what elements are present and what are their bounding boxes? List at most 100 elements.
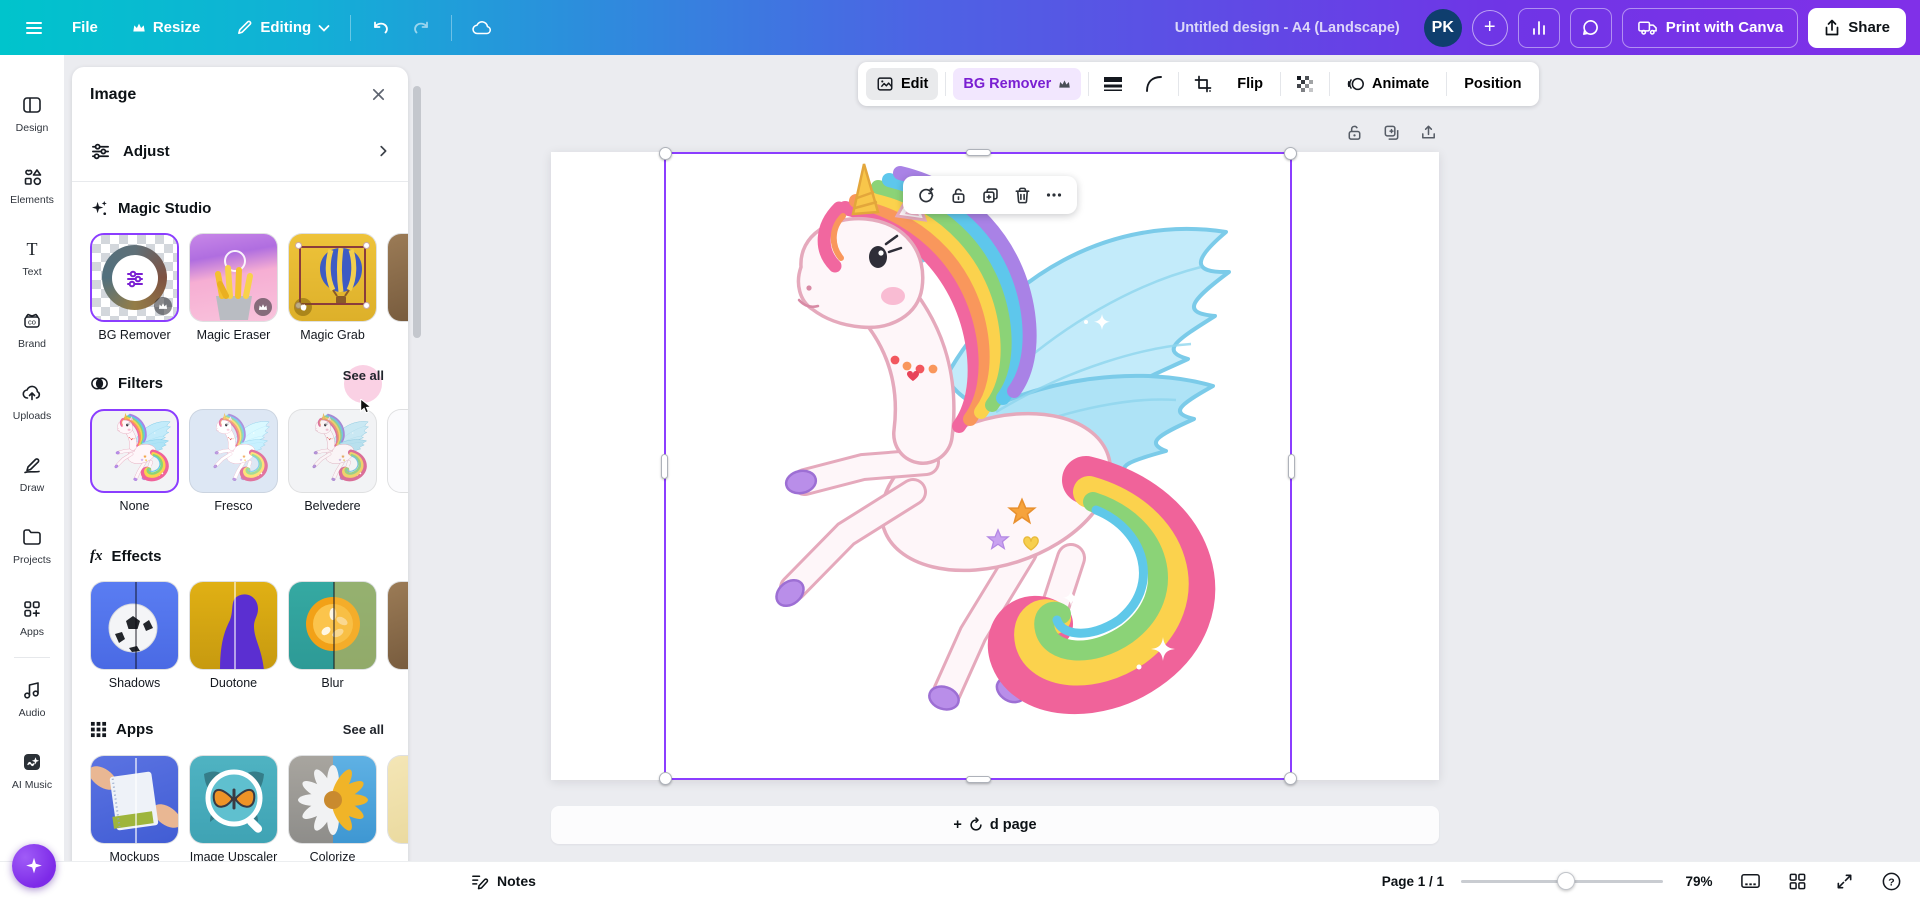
spinner-icon <box>968 817 984 833</box>
fullscreen-button[interactable] <box>1829 866 1859 896</box>
divider <box>1178 72 1179 96</box>
scrollbar-thumb[interactable] <box>413 86 421 338</box>
duplicate-page-button[interactable] <box>1377 118 1405 146</box>
tile-partial[interactable] <box>387 409 408 493</box>
shapes-icon <box>20 165 44 189</box>
resize-handle-sw[interactable] <box>659 772 672 785</box>
tile-duotone[interactable] <box>189 581 278 670</box>
sidebar-item-apps[interactable]: Apps <box>0 581 64 653</box>
add-page-button[interactable]: + d page <box>551 806 1439 844</box>
design-title[interactable]: Untitled design - A4 (Landscape) <box>1175 20 1400 36</box>
resize-handle-nw[interactable] <box>659 147 672 160</box>
position-button[interactable]: Position <box>1454 68 1531 100</box>
resize-handle-w[interactable] <box>661 454 668 479</box>
tile-shadows[interactable] <box>90 581 179 670</box>
selection-box[interactable] <box>664 152 1292 780</box>
delete-button[interactable] <box>1008 181 1036 209</box>
lock-page-button[interactable] <box>1340 118 1368 146</box>
tile-partial[interactable] <box>387 755 408 844</box>
flip-button[interactable]: Flip <box>1227 68 1273 100</box>
sidebar-item-design[interactable]: Design <box>0 77 64 149</box>
panel-title: Image <box>90 86 136 104</box>
grid-view-button[interactable] <box>1782 866 1812 896</box>
music-note-icon <box>20 678 44 702</box>
avatar[interactable]: PK <box>1424 9 1462 47</box>
insights-button[interactable] <box>1518 8 1560 48</box>
duplicate-button[interactable] <box>976 181 1004 209</box>
crown-icon <box>132 22 146 33</box>
sidebar-item-draw[interactable]: Draw <box>0 437 64 509</box>
apps-see-all-button[interactable]: See all <box>337 718 390 741</box>
stroke-weight-button[interactable] <box>1096 68 1130 100</box>
tile-colorize[interactable] <box>288 755 377 844</box>
tile-magic-grab[interactable] <box>288 233 377 322</box>
tile-magic-eraser[interactable] <box>189 233 278 322</box>
close-icon <box>371 87 386 102</box>
notes-button[interactable]: Notes <box>470 872 536 891</box>
adjust-row[interactable]: Adjust <box>90 132 390 170</box>
cloud-save-status-button[interactable] <box>462 8 502 48</box>
edit-button[interactable]: Edit <box>866 68 938 100</box>
resize-handle-n[interactable] <box>966 149 991 156</box>
sidebar-item-uploads[interactable]: Uploads <box>0 365 64 437</box>
bg-remover-button[interactable]: BG Remover <box>953 68 1081 100</box>
print-with-canva-button[interactable]: Print with Canva <box>1622 8 1799 48</box>
editing-mode-button[interactable]: Editing <box>226 9 340 47</box>
present-button[interactable] <box>1735 866 1765 896</box>
move-page-button[interactable] <box>1414 118 1442 146</box>
tile-blur[interactable] <box>288 581 377 670</box>
sidebar-item-ai-music[interactable]: AI Music <box>0 734 64 806</box>
zoom-slider-thumb[interactable] <box>1557 872 1575 890</box>
tile-label: Belvedere <box>288 499 377 515</box>
filters-see-all-button[interactable]: See all <box>337 364 390 403</box>
sidebar-item-elements[interactable]: Elements <box>0 149 64 221</box>
tile-partial[interactable] <box>387 581 408 670</box>
grab-hand-badge-icon <box>294 298 312 316</box>
resize-handle-se[interactable] <box>1284 772 1297 785</box>
more-options-button[interactable] <box>1040 181 1068 209</box>
lock-button[interactable] <box>944 181 972 209</box>
tile-bg-remover[interactable] <box>90 233 179 322</box>
resize-button[interactable]: Resize <box>122 9 211 47</box>
regenerate-button[interactable] <box>912 181 940 209</box>
selection-frame <box>299 246 366 305</box>
tile-mockups[interactable] <box>90 755 179 844</box>
lock-open-icon <box>1345 123 1364 142</box>
sparkle-icon <box>23 855 45 877</box>
image-panel: Image Adjust Magic Studio <box>72 67 408 880</box>
tile-filter-none[interactable] <box>90 409 179 493</box>
help-icon: ? <box>1881 871 1902 892</box>
apps-grid-plus-icon <box>20 597 44 621</box>
animate-button[interactable]: Animate <box>1337 68 1439 100</box>
share-button[interactable]: Share <box>1808 8 1906 48</box>
tile-image-upscaler[interactable] <box>189 755 278 844</box>
transparency-button[interactable] <box>1288 68 1322 100</box>
magic-studio-tile-row <box>90 233 408 322</box>
main-menu-button[interactable] <box>14 8 54 48</box>
transparency-checker-icon <box>1296 75 1314 93</box>
resize-handle-ne[interactable] <box>1284 147 1297 160</box>
resize-handle-e[interactable] <box>1288 454 1295 479</box>
file-menu-button[interactable]: File <box>62 9 108 47</box>
sidebar-item-text[interactable]: T Text <box>0 221 64 293</box>
corner-rounding-button[interactable] <box>1137 68 1171 100</box>
sidebar-item-brand[interactable]: co Brand <box>0 293 64 365</box>
tile-partial[interactable] <box>387 233 408 322</box>
sidebar-item-projects[interactable]: Projects <box>0 509 64 581</box>
tile-filter-belvedere[interactable] <box>288 409 377 493</box>
crop-button[interactable] <box>1186 68 1220 100</box>
add-member-button[interactable]: + <box>1472 10 1508 46</box>
canva-assistant-button[interactable] <box>12 844 56 888</box>
panel-scrollbar[interactable]: ▼ <box>412 72 422 872</box>
sidebar-item-audio[interactable]: Audio <box>0 662 64 734</box>
grid-view-icon <box>1788 872 1807 891</box>
undo-button[interactable] <box>361 8 401 48</box>
resize-handle-s[interactable] <box>966 776 991 783</box>
close-panel-button[interactable] <box>367 83 390 106</box>
comments-button[interactable] <box>1570 8 1612 48</box>
help-button[interactable]: ? <box>1876 866 1906 896</box>
zoom-slider[interactable] <box>1461 872 1663 890</box>
ai-music-icon <box>20 750 44 774</box>
tile-filter-fresco[interactable] <box>189 409 278 493</box>
redo-button[interactable] <box>401 8 441 48</box>
